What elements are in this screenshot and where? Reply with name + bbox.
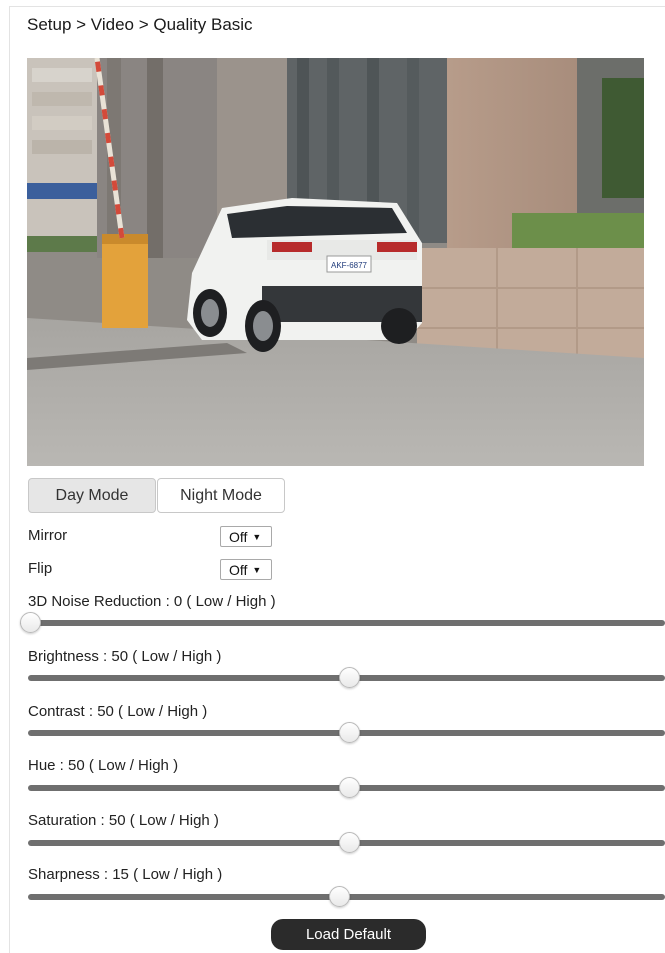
license-plate: AKF-6877 (331, 261, 368, 270)
video-frame: AKF-6877 (27, 58, 644, 466)
chevron-down-icon: ▼ (252, 564, 262, 575)
breadcrumb: Setup > Video > Quality Basic (27, 15, 253, 34)
hue-slider-handle[interactable] (339, 777, 360, 798)
flip-label: Flip (28, 560, 53, 577)
brightness-slider-handle[interactable] (339, 667, 360, 688)
tab-day-mode[interactable]: Day Mode (28, 478, 156, 513)
mirror-select[interactable]: Off ▼ (220, 526, 272, 547)
flip-select-value: Off (229, 561, 248, 578)
flip-select[interactable]: Off ▼ (220, 559, 272, 580)
sharpness-label: Sharpness : 15 ( Low / High ) (28, 866, 223, 883)
chevron-down-icon: ▼ (252, 531, 262, 542)
panel-border-top (9, 6, 665, 7)
load-default-button[interactable]: Load Default (271, 919, 426, 950)
saturation-slider-handle[interactable] (339, 832, 360, 853)
contrast-label: Contrast : 50 ( Low / High ) (28, 703, 208, 720)
panel-border-left (9, 6, 10, 953)
video-preview: AKF-6877 (27, 58, 644, 466)
mirror-label: Mirror (28, 527, 68, 544)
mirror-select-value: Off (229, 528, 248, 545)
brightness-label: Brightness : 50 ( Low / High ) (28, 648, 222, 665)
hue-label: Hue : 50 ( Low / High ) (28, 757, 179, 774)
mode-tabs: Day Mode Night Mode (28, 478, 285, 513)
noise-reduction-slider[interactable] (20, 620, 665, 626)
tab-night-mode[interactable]: Night Mode (157, 478, 285, 513)
noise-reduction-label: 3D Noise Reduction : 0 ( Low / High ) (28, 593, 276, 610)
noise-reduction-slider-handle[interactable] (20, 612, 41, 633)
contrast-slider-handle[interactable] (339, 722, 360, 743)
saturation-label: Saturation : 50 ( Low / High ) (28, 812, 219, 829)
sharpness-slider-handle[interactable] (329, 886, 350, 907)
